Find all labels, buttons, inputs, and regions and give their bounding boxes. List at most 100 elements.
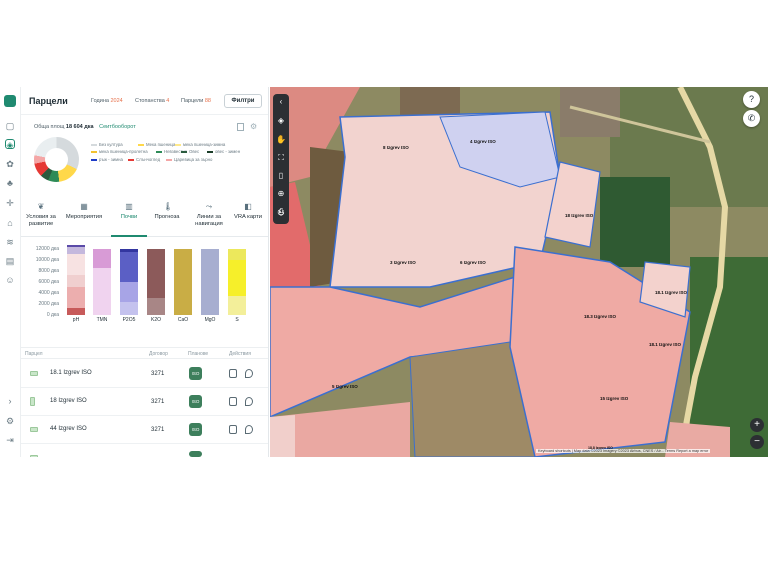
bar-segment[interactable] [120, 302, 138, 315]
parcels-icon[interactable]: ◈ [5, 139, 15, 150]
bar-segment[interactable] [228, 259, 246, 297]
farms-filter[interactable]: Стопанства 4 [135, 98, 169, 104]
clipboard-icon[interactable]: ▤ [5, 256, 15, 266]
parcel-label[interactable]: 18.1 Izgrev ISO [655, 290, 687, 295]
year-filter[interactable]: Година 2024 [91, 98, 123, 104]
parcel-label[interactable]: 15 Izgrev ISO [600, 396, 628, 401]
chart-icon[interactable]: ≋ [5, 237, 15, 247]
ruler-icon[interactable]: ▯ [276, 171, 286, 181]
settings-gear-icon[interactable]: ⚙ [250, 122, 257, 131]
add-icon[interactable]: ⊕ [276, 189, 286, 199]
tab-soils[interactable]: ▥ Почви [111, 195, 147, 237]
locate-icon[interactable] [245, 369, 253, 378]
chart-bar-ph[interactable] [67, 243, 85, 315]
collapse-icon[interactable]: › [5, 396, 15, 406]
map-view[interactable]: 8 Izgrev ISO 4 Izgrev ISO 3 Izgrev ISO 6… [270, 87, 768, 457]
edit-icon[interactable] [229, 425, 237, 434]
bar-segment[interactable] [120, 252, 138, 282]
refresh-icon[interactable]: ↻ [276, 209, 286, 219]
locate-icon[interactable] [245, 425, 253, 434]
bar-segment[interactable] [201, 248, 219, 315]
map-canvas[interactable] [270, 87, 768, 457]
parcel-label[interactable]: 3 Izgrev ISO [390, 260, 416, 265]
bar-segment[interactable] [93, 267, 111, 315]
parcel-name[interactable]: 18 Izgrev ISO [50, 398, 87, 404]
tab-forecast[interactable]: 🌡 Прогноза [149, 195, 185, 237]
bar-segment[interactable] [120, 248, 138, 253]
bar-segment[interactable] [228, 248, 246, 260]
plan-badge[interactable] [189, 451, 202, 457]
edit-icon[interactable] [229, 369, 237, 378]
people-icon[interactable]: ♣ [5, 178, 15, 188]
phone-icon[interactable]: ✆ [743, 110, 760, 127]
book-icon[interactable]: ▢ [5, 121, 15, 131]
edit-icon[interactable] [229, 397, 237, 406]
plan-badge[interactable]: ISO [189, 395, 202, 408]
hand-icon[interactable]: ✋ [276, 135, 286, 145]
chart-bar-k2o[interactable] [147, 243, 165, 315]
legend-label: мека пшеница-пролетна [99, 149, 148, 154]
col-contract[interactable]: Договор [149, 351, 168, 357]
chart-bar-s[interactable] [228, 243, 246, 315]
bar-segment[interactable] [67, 287, 85, 308]
zoom-out-button[interactable]: − [750, 435, 764, 449]
bar-segment[interactable] [147, 297, 165, 315]
logout-icon[interactable]: ⇥ [5, 435, 15, 445]
bar-segment[interactable] [67, 244, 85, 248]
plan-badge[interactable]: ISO [189, 367, 202, 380]
tab-vra-maps[interactable]: ◧ VRA карти [231, 195, 265, 237]
table-row[interactable]: 18.1 Izgrev ISO 3271 ISO [21, 360, 268, 388]
bar-segment[interactable] [147, 248, 165, 298]
chart-bar-cao[interactable] [174, 243, 192, 315]
map-view-icon[interactable] [237, 123, 244, 131]
parcel-label[interactable]: 4 Izgrev ISO [470, 139, 496, 144]
bar-segment[interactable] [120, 281, 138, 303]
col-parcel[interactable]: Парцел [25, 351, 43, 357]
parcel-name[interactable]: 18.1 Izgrev ISO [50, 370, 92, 376]
plan-badge[interactable]: ISO [189, 423, 202, 436]
crops-legend-item: овес - зимен [207, 149, 240, 154]
chart-bar-tmn[interactable] [93, 243, 111, 315]
bar-segment[interactable] [228, 296, 246, 315]
bar-segment[interactable] [174, 248, 192, 315]
bar-segment[interactable] [67, 247, 85, 255]
chart-bar-mgo[interactable] [201, 243, 219, 315]
zoom-in-button[interactable]: + [750, 418, 764, 432]
layers-icon[interactable]: ◈ [276, 116, 286, 126]
users-icon[interactable]: ☺ [5, 275, 15, 285]
bar-segment[interactable] [67, 307, 85, 315]
tab-activities[interactable]: ▦ Мероприятия [61, 195, 107, 237]
tab-navigation-lines[interactable]: ⤳ Линии за навигация [189, 195, 229, 237]
fullscreen-icon[interactable]: ⛶ [276, 153, 286, 163]
warehouse-icon[interactable]: ⌂ [5, 218, 15, 228]
crop-rotation-link[interactable]: Сеитбооборот [99, 124, 136, 130]
crops-donut-chart [34, 137, 79, 182]
legend-label: Без култура [99, 142, 123, 147]
back-icon[interactable]: ‹ [276, 97, 286, 107]
bar-segment[interactable] [67, 274, 85, 288]
parcel-label[interactable]: 6 Izgrev ISO [460, 260, 486, 265]
parcel-label[interactable]: 18.3 Izgrev ISO [584, 314, 616, 319]
settings-icon[interactable]: ⚙ [5, 416, 15, 426]
bar-segment[interactable] [93, 248, 111, 268]
table-row-partial[interactable] [21, 444, 268, 457]
parcel-label[interactable]: 18 Izgrev ISO [565, 213, 593, 218]
app-logo-icon[interactable] [4, 95, 16, 107]
locate-icon[interactable] [245, 397, 253, 406]
tab-conditions[interactable]: ❦ Условия за развитие [23, 195, 59, 237]
table-row[interactable]: 18 Izgrev ISO 3271 ISO [21, 388, 268, 416]
bar-segment[interactable] [67, 254, 85, 275]
chart-bar-p2o5[interactable] [120, 243, 138, 315]
y-tick-label: 4000 дка [38, 289, 59, 296]
parcel-label[interactable]: 18.1 Izgrev ISO [649, 342, 681, 347]
sprout-icon[interactable]: ✿ [5, 159, 15, 169]
filters-button[interactable]: Филтри [224, 94, 262, 108]
legend-label: Слънчоглед [136, 157, 161, 162]
y-tick-label: 8000 дка [38, 267, 59, 274]
parcel-label[interactable]: 5 Izgrev ISO [332, 384, 358, 389]
parcel-label[interactable]: 8 Izgrev ISO [383, 145, 409, 150]
table-row[interactable]: 44 Izgrev ISO 3271 ISO [21, 416, 268, 444]
help-icon[interactable]: ? [743, 91, 760, 108]
parcel-name[interactable]: 44 Izgrev ISO [50, 426, 87, 432]
satellite-icon[interactable]: ✛ [5, 198, 15, 208]
